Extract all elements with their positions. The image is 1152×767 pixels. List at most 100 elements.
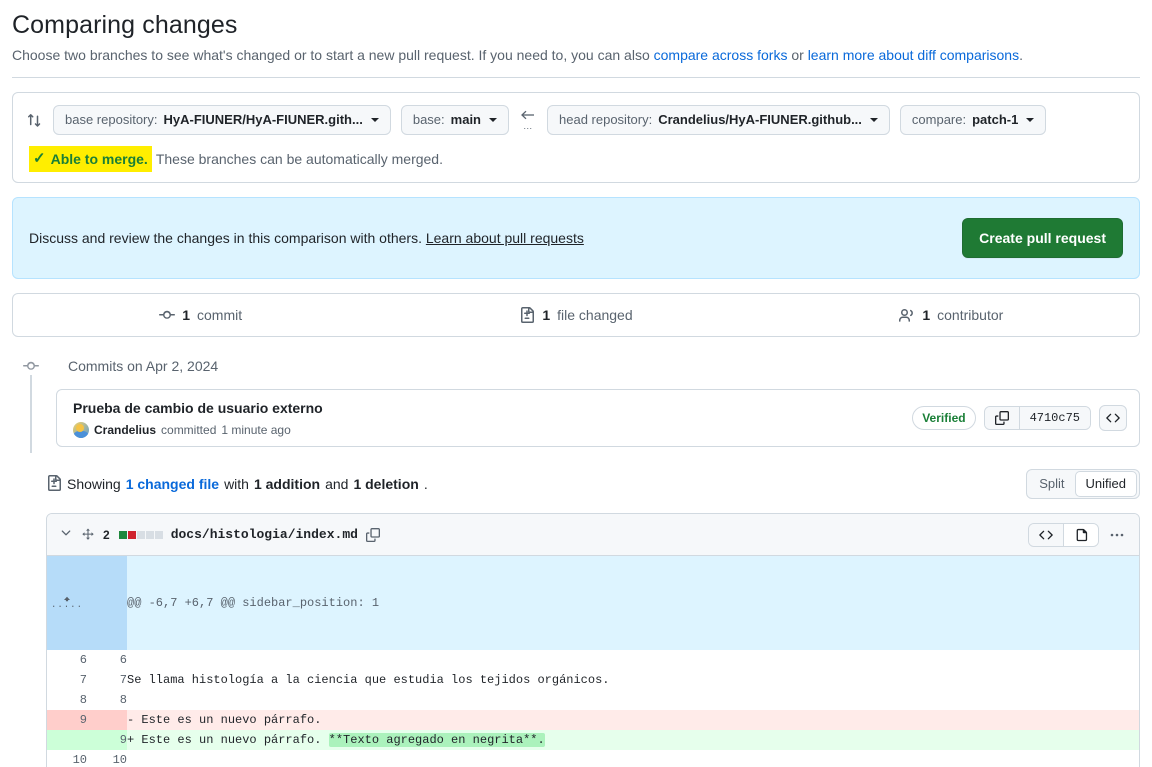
stat-contributors[interactable]: 1 contributor bbox=[764, 307, 1139, 323]
new-line-number: 8 bbox=[87, 690, 127, 710]
old-line-number: 9 bbox=[47, 710, 87, 730]
commits-date-label: Commits on Apr 2, 2024 bbox=[68, 358, 219, 374]
compare-branch-select[interactable]: compare: patch-1 bbox=[899, 105, 1047, 135]
arrow-left-icon: ... bbox=[519, 110, 537, 131]
commits-group-header: Commits on Apr 2, 2024 bbox=[22, 355, 1140, 377]
head-repository-value: Crandelius/HyA-FIUNER.github... bbox=[658, 112, 862, 127]
move-diff-icon[interactable] bbox=[81, 527, 95, 542]
diff-line-code: + Este es un nuevo párrafo. **Texto agre… bbox=[127, 730, 1139, 750]
verified-badge[interactable]: Verified bbox=[912, 406, 976, 430]
stat-commits[interactable]: 1 commit bbox=[13, 307, 388, 323]
header-divider bbox=[12, 77, 1140, 78]
new-line-number: 6 bbox=[87, 650, 127, 670]
new-line-number: 10 bbox=[87, 750, 127, 767]
tab-split-view[interactable]: Split bbox=[1029, 472, 1074, 496]
commit-actions: Verified 4710c75 bbox=[912, 405, 1127, 431]
comparison-stats-bar: 1 commit 1 file changed 1 contributor bbox=[12, 293, 1140, 337]
diff-line-code: Se llama histología a la ciencia que est… bbox=[127, 670, 1139, 690]
commit-meta: Crandelius committed 1 minute ago bbox=[73, 421, 323, 438]
new-line-number: 7 bbox=[87, 670, 127, 690]
page-subtitle: Choose two branches to see what's change… bbox=[12, 45, 1144, 65]
stat-files-count: 1 bbox=[542, 307, 551, 323]
commit-time: 1 minute ago bbox=[221, 422, 291, 437]
new-line-number: 9 bbox=[87, 730, 127, 750]
diff-row-context: 7 7 Se llama histología a la ciencia que… bbox=[47, 670, 1139, 690]
copy-path-icon[interactable] bbox=[365, 527, 380, 542]
head-repository-label: head repository: bbox=[559, 112, 653, 127]
merge-detail-text: These branches can be automatically merg… bbox=[155, 151, 443, 167]
comparing-changes-page: Comparing changes Choose two branches to… bbox=[0, 0, 1152, 767]
diff-stat-blocks bbox=[118, 530, 163, 539]
copy-icon[interactable] bbox=[984, 407, 1019, 429]
diff-file-header: 2 docs/histologia/index.md bbox=[47, 514, 1139, 556]
stat-commits-count: 1 bbox=[182, 307, 190, 323]
diff-file-header-left: 2 docs/histologia/index.md bbox=[59, 526, 380, 543]
commit-message[interactable]: Prueba de cambio de usuario externo bbox=[73, 399, 323, 418]
old-line-number: 8 bbox=[47, 690, 87, 710]
avatar bbox=[73, 421, 89, 438]
chevron-down-icon bbox=[370, 118, 379, 122]
showing-mid: with bbox=[224, 476, 249, 492]
changed-file-link[interactable]: 1 changed file bbox=[126, 476, 219, 492]
expand-up-icon[interactable]: ····· bbox=[47, 556, 87, 650]
diff-line-code-plain: + Este es un nuevo párrafo. bbox=[127, 733, 329, 747]
page-title: Comparing changes bbox=[12, 11, 238, 39]
compare-across-forks-link[interactable]: compare across forks bbox=[654, 47, 788, 63]
diff-row-deletion: 9 - Este es un nuevo párrafo. bbox=[47, 710, 1139, 730]
stat-contributors-label: contributor bbox=[937, 307, 1004, 323]
merge-status-text: Able to merge. bbox=[50, 151, 148, 167]
kebab-horizontal-icon[interactable] bbox=[1105, 527, 1129, 543]
new-line-number bbox=[87, 710, 127, 730]
compare-branch-label: compare: bbox=[911, 112, 967, 127]
diff-file-name[interactable]: docs/histologia/index.md bbox=[171, 527, 358, 542]
showing-and: and bbox=[325, 476, 349, 492]
diff-row-addition: 9 + Este es un nuevo párrafo. **Texto ag… bbox=[47, 730, 1139, 750]
chevron-down-icon bbox=[1026, 118, 1035, 122]
discuss-banner: Discuss and review the changes in this c… bbox=[12, 197, 1140, 279]
base-branch-value: main bbox=[450, 112, 481, 127]
diff-row-context: 8 8 bbox=[47, 690, 1139, 710]
compare-branch-value: patch-1 bbox=[972, 112, 1019, 127]
commit-dot-icon bbox=[22, 357, 40, 375]
tab-unified-view[interactable]: Unified bbox=[1074, 471, 1137, 497]
file-diff-icon bbox=[519, 307, 535, 323]
commits-section: Commits on Apr 2, 2024 Prueba de cambio … bbox=[22, 355, 1140, 453]
file-icon[interactable] bbox=[1063, 523, 1098, 546]
diff-line-code bbox=[127, 690, 1139, 710]
diff-view-mode-group bbox=[1028, 522, 1099, 547]
subtitle-or: or bbox=[787, 47, 808, 63]
base-repository-select[interactable]: base repository: HyA-FIUNER/HyA-FIUNER.g… bbox=[53, 105, 391, 135]
merge-status-row: ✓ Able to merge. These branches can be a… bbox=[25, 146, 1127, 172]
swap-vertical-icon[interactable] bbox=[25, 111, 43, 129]
commit-action: committed bbox=[161, 422, 217, 437]
branch-selector-row: base repository: HyA-FIUNER/HyA-FIUNER.g… bbox=[25, 105, 1127, 135]
check-icon: ✓ bbox=[33, 150, 46, 167]
diff-line-code: - Este es un nuevo párrafo. bbox=[127, 710, 1139, 730]
diff-file-header-right bbox=[1028, 522, 1129, 547]
merge-status-highlight: ✓ Able to merge. bbox=[29, 146, 152, 172]
base-branch-select[interactable]: base: main bbox=[400, 105, 509, 135]
showing-end: . bbox=[423, 476, 428, 492]
code-brackets-icon[interactable] bbox=[1029, 523, 1063, 546]
commit-sha[interactable]: 4710c75 bbox=[1018, 407, 1090, 429]
subtitle-period: . bbox=[1019, 47, 1023, 63]
old-line-number: 10 bbox=[47, 750, 87, 767]
additions-count: 1 addition bbox=[253, 476, 321, 492]
code-brackets-icon[interactable] bbox=[1099, 405, 1127, 431]
diff-block-empty bbox=[154, 530, 163, 539]
diff-view-toggle: Split Unified bbox=[1026, 469, 1140, 499]
head-repository-select[interactable]: head repository: Crandelius/HyA-FIUNER.g… bbox=[547, 105, 890, 135]
expander-up: ····· bbox=[47, 596, 87, 612]
hunk-header-text: @@ -6,7 +6,7 @@ sidebar_position: 1 bbox=[127, 556, 1139, 650]
diff-row-hunk: ····· @@ -6,7 +6,7 @@ sidebar_position: … bbox=[47, 556, 1139, 650]
timeline-line bbox=[30, 365, 32, 453]
commit-sha-group: 4710c75 bbox=[983, 406, 1091, 430]
stat-files-changed[interactable]: 1 file changed bbox=[388, 307, 763, 323]
commit-author[interactable]: Crandelius bbox=[94, 423, 156, 437]
create-pull-request-button[interactable]: Create pull request bbox=[962, 218, 1123, 258]
branch-compare-box: base repository: HyA-FIUNER/HyA-FIUNER.g… bbox=[12, 92, 1140, 183]
learn-about-pull-requests-link[interactable]: Learn about pull requests bbox=[426, 230, 584, 246]
diff-change-count: 2 bbox=[103, 527, 110, 542]
chevron-down-icon[interactable] bbox=[59, 526, 73, 543]
learn-about-diff-comparisons-link[interactable]: learn more about diff comparisons bbox=[808, 47, 1019, 63]
